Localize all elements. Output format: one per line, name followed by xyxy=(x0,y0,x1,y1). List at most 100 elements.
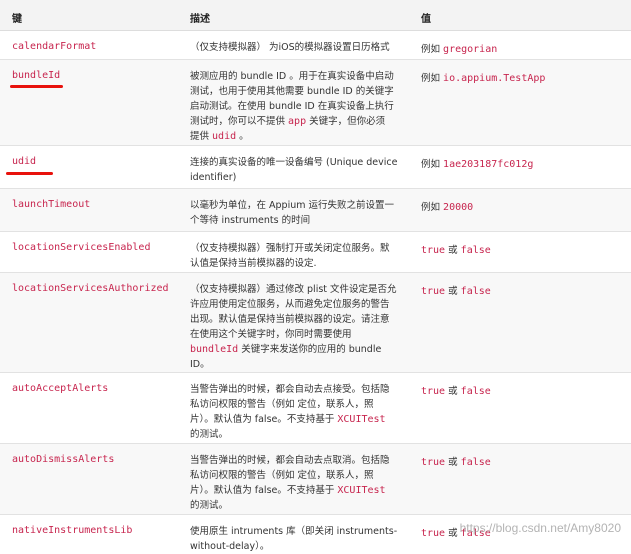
desc-line: 私访问权限的警告（例如 定位，联系人，照 xyxy=(190,470,374,481)
header-key: 键 xyxy=(12,14,22,25)
desc-line: 许应用使用定位服务，从而避免定位服务的警告 xyxy=(190,299,390,310)
table-row: locationServicesEnabled （仅支持模拟器）强制打开或关闭定… xyxy=(0,232,631,273)
value-code: true xyxy=(421,386,446,397)
table-row: udid 连接的真实设备的唯一设备编号 (Unique device ident… xyxy=(0,146,631,189)
table-row: launchTimeout 以毫秒为单位，在 Appium 运行失败之前设置一 … xyxy=(0,189,631,232)
desc-line: 出现。默认值是保持当前模拟器的设定。请注意 xyxy=(190,314,390,325)
desc-cell: （仅支持模拟器）通过修改 plist 文件设定是否允 许应用使用定位服务，从而避… xyxy=(190,282,410,372)
value-prefix: 例如 xyxy=(421,159,441,170)
desc-text: 提供 xyxy=(190,131,213,142)
desc-line: 的测试。 xyxy=(190,500,229,511)
value-separator: 或 xyxy=(448,245,458,256)
value-code: gregorian xyxy=(443,44,498,55)
table-row: locationServicesAuthorized （仅支持模拟器）通过修改 … xyxy=(0,273,631,373)
value-cell: 例如 gregorian xyxy=(421,41,497,55)
desc-line: 提供 udid 。 xyxy=(190,129,410,144)
table-row: calendarFormat （仅支持模拟器） 为iOS的模拟器设置日历格式 例… xyxy=(0,31,631,60)
desc-line: 的测试。 xyxy=(190,429,229,440)
desc-code: app xyxy=(288,116,307,127)
value-code: false xyxy=(460,457,491,468)
desc-code: XCUITest xyxy=(337,485,386,496)
desc-text: （仅支持模拟器） 为iOS的模拟器设置日历格式 xyxy=(190,42,390,53)
watermark: https://blog.csdn.net/Amy8020 xyxy=(459,521,621,535)
desc-line: 测试，也用于使用其他需要 bundle ID 的关键字 xyxy=(190,86,394,97)
key-cell: launchTimeout xyxy=(12,199,91,210)
desc-line: 认值是保持当前模拟器的设定. xyxy=(190,258,317,269)
desc-line: 启动测试。在使用 bundle ID 在真实设备上执行 xyxy=(190,101,394,112)
desc-line: 使用原生 intruments 库（即关闭 instruments- xyxy=(190,526,398,537)
desc-text: 关键字来发送你的应用的 bundle xyxy=(238,344,382,355)
table-row: autoDismissAlerts 当警告弹出的时候，都会自动去点取消。包括隐 … xyxy=(0,444,631,515)
value-code: false xyxy=(460,245,491,256)
value-cell: true 或 false xyxy=(421,283,491,297)
table-row: bundleId 被测应用的 bundle ID 。用于在真实设备中启动 测试，… xyxy=(0,60,631,146)
value-code: false xyxy=(460,386,491,397)
desc-code: bundleId xyxy=(190,344,239,355)
key-cell: locationServicesAuthorized xyxy=(12,283,169,294)
value-separator: 或 xyxy=(448,457,458,468)
value-code: true xyxy=(421,457,446,468)
value-separator: 或 xyxy=(448,286,458,297)
desc-line: identifier) xyxy=(190,172,237,183)
desc-cell: 当警告弹出的时候，都会自动去点取消。包括隐 私访问权限的警告（例如 定位，联系人… xyxy=(190,453,410,513)
desc-cell: （仅支持模拟器）强制打开或关闭定位服务。默 认值是保持当前模拟器的设定. xyxy=(190,241,410,271)
header-value: 值 xyxy=(421,14,431,25)
desc-line: 以毫秒为单位，在 Appium 运行失败之前设置一 xyxy=(190,200,395,211)
desc-line: 连接的真实设备的唯一设备编号 (Unique device xyxy=(190,157,398,168)
desc-line: （仅支持模拟器）强制打开或关闭定位服务。默 xyxy=(190,243,390,254)
value-cell: true 或 false xyxy=(421,454,491,468)
key-cell: autoAcceptAlerts xyxy=(12,383,109,394)
desc-line: 当警告弹出的时候，都会自动去点接受。包括隐 xyxy=(190,384,390,395)
value-code: io.appium.TestApp xyxy=(443,73,546,84)
desc-cell: （仅支持模拟器） 为iOS的模拟器设置日历格式 xyxy=(190,40,410,55)
key-cell: nativeInstrumentsLib xyxy=(12,525,133,536)
annotation-underline xyxy=(6,172,53,175)
desc-cell: 以毫秒为单位，在 Appium 运行失败之前设置一 个等待 instrument… xyxy=(190,198,410,228)
value-separator: 或 xyxy=(448,386,458,397)
desc-line: 测试时，你可以不提供 app 关键字，但你必须 xyxy=(190,114,410,129)
value-prefix: 例如 xyxy=(421,73,441,84)
desc-line: bundleId 关键字来发送你的应用的 bundle xyxy=(190,342,410,357)
value-cell: 例如 io.appium.TestApp xyxy=(421,70,545,84)
value-cell: 例如 1ae203187fc012g xyxy=(421,156,533,170)
desc-code: XCUITest xyxy=(337,414,386,425)
desc-line: 片）。默认值为 false。不支持基于 XCUITest xyxy=(190,412,410,427)
desc-line: 被测应用的 bundle ID 。用于在真实设备中启动 xyxy=(190,71,394,82)
desc-line: without-delay）。 xyxy=(190,541,270,552)
value-cell: 例如 20000 xyxy=(421,199,473,213)
key-cell: calendarFormat xyxy=(12,41,97,52)
desc-text: 片）。默认值为 false。不支持基于 xyxy=(190,485,338,496)
desc-cell: 当警告弹出的时候，都会自动去点接受。包括隐 私访问权限的警告（例如 定位，联系人… xyxy=(190,382,410,442)
value-code: 20000 xyxy=(443,202,474,213)
desc-text: 。 xyxy=(236,131,249,142)
value-cell: true 或 false xyxy=(421,383,491,397)
desc-line: ID。 xyxy=(190,359,210,370)
value-separator: 或 xyxy=(448,528,458,539)
value-code: true xyxy=(421,286,446,297)
key-cell: autoDismissAlerts xyxy=(12,454,115,465)
desc-line: 片）。默认值为 false。不支持基于 XCUITest xyxy=(190,483,410,498)
header-desc: 描述 xyxy=(190,14,210,25)
key-cell: bundleId xyxy=(12,70,61,81)
desc-line: （仅支持模拟器）通过修改 plist 文件设定是否允 xyxy=(190,284,397,295)
desc-cell: 连接的真实设备的唯一设备编号 (Unique device identifier… xyxy=(190,155,410,185)
key-cell: locationServicesEnabled xyxy=(12,242,151,253)
value-prefix: 例如 xyxy=(421,202,441,213)
key-cell: udid xyxy=(12,156,37,167)
value-cell: true 或 false xyxy=(421,242,491,256)
desc-line: 私访问权限的警告（例如 定位，联系人，照 xyxy=(190,399,374,410)
desc-code: udid xyxy=(212,131,237,142)
desc-text: 测试时，你可以不提供 xyxy=(190,116,289,127)
annotation-underline xyxy=(10,85,63,88)
value-code: true xyxy=(421,528,446,539)
desc-line: 个等待 instruments 的时间 xyxy=(190,215,311,226)
desc-cell: 被测应用的 bundle ID 。用于在真实设备中启动 测试，也用于使用其他需要… xyxy=(190,69,410,144)
table-header: 键 描述 值 xyxy=(0,0,631,31)
desc-text: 片）。默认值为 false。不支持基于 xyxy=(190,414,338,425)
table-row: autoAcceptAlerts 当警告弹出的时候，都会自动去点接受。包括隐 私… xyxy=(0,373,631,444)
desc-text: 关键字，但你必须 xyxy=(306,116,386,127)
value-prefix: 例如 xyxy=(421,44,441,55)
desc-line: 在使用这个关键字时，你同时需要使用 xyxy=(190,329,352,340)
desc-line: 当警告弹出的时候，都会自动去点取消。包括隐 xyxy=(190,455,390,466)
value-code: false xyxy=(460,286,491,297)
